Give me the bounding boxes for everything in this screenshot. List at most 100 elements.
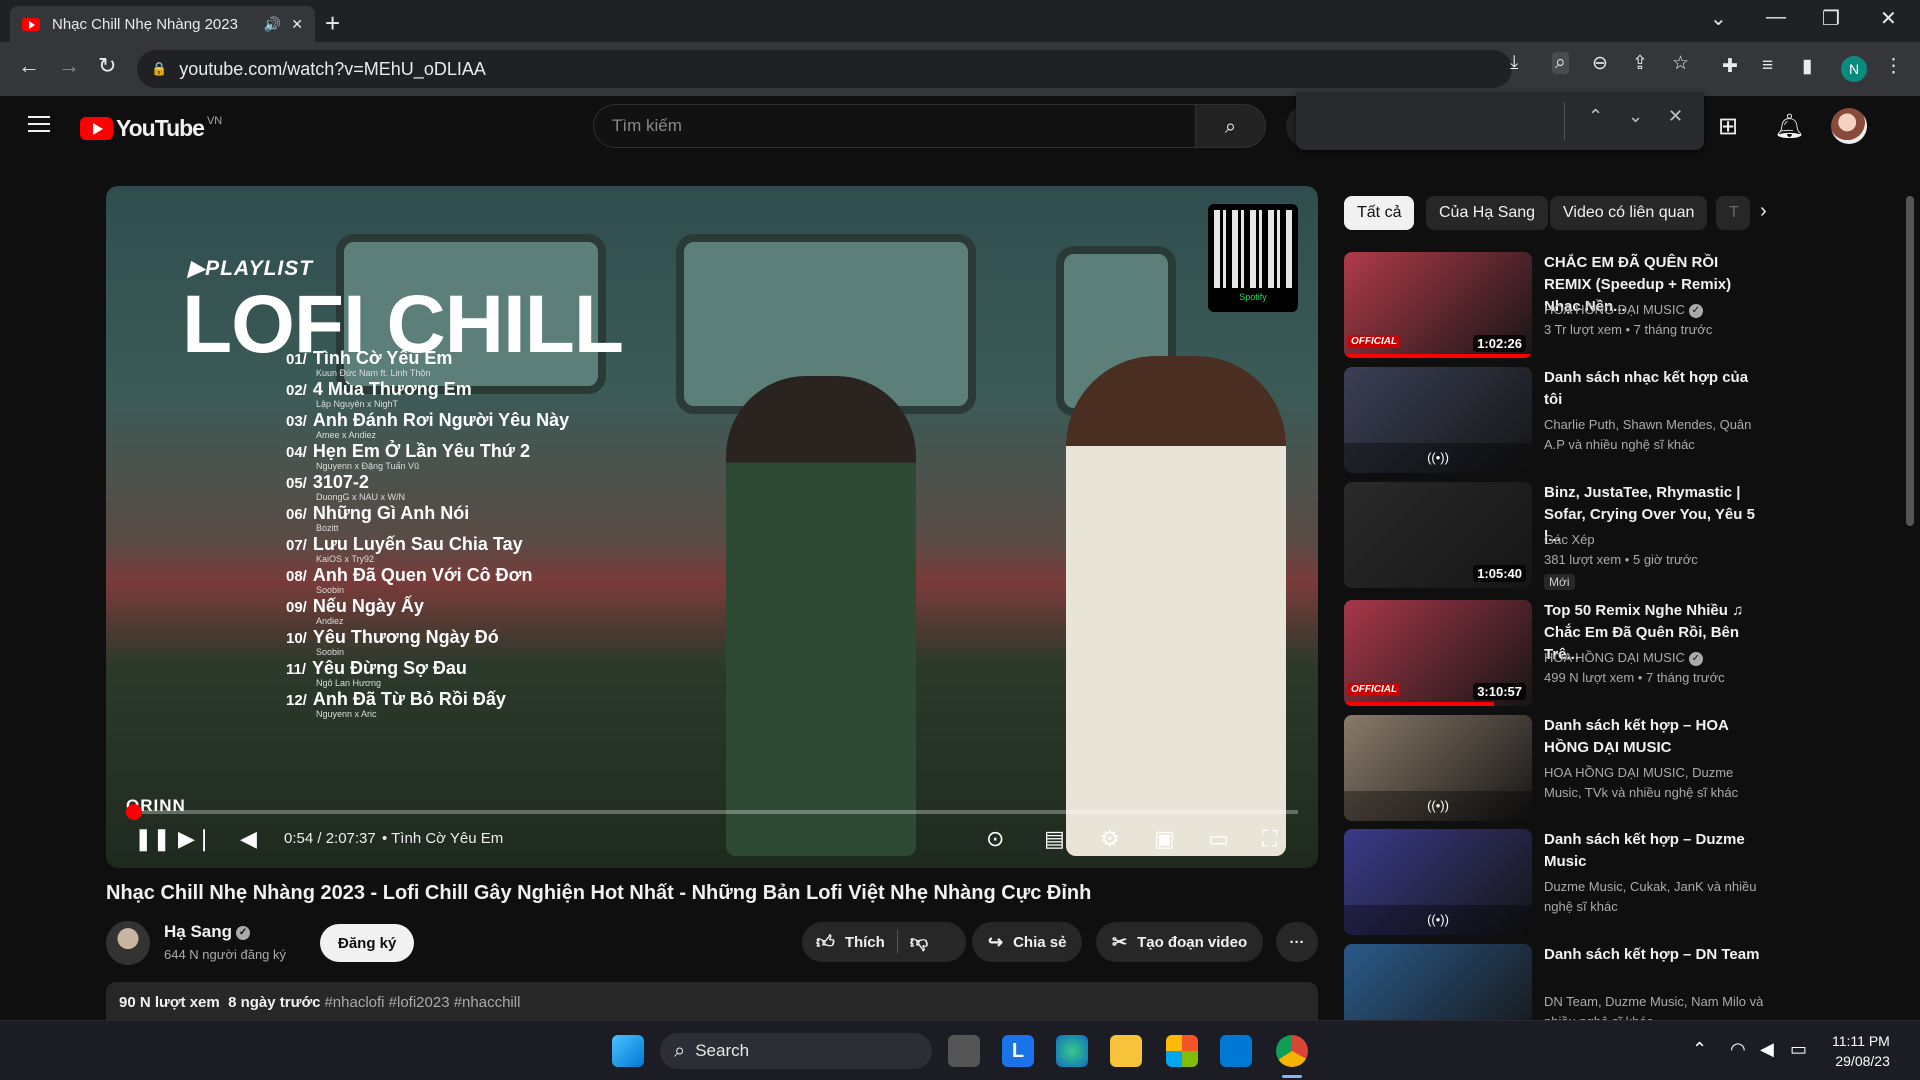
filter-chip[interactable]: Của Hạ Sang bbox=[1426, 196, 1549, 230]
forward-icon[interactable]: → bbox=[58, 53, 80, 79]
subscribe-button[interactable]: Đăng ký bbox=[320, 924, 415, 962]
recommendation-item[interactable]: ((•)) Danh sách kết hợp – Duzme Music Duzm… bbox=[1344, 829, 1756, 935]
install-app-icon[interactable]: ⤓ bbox=[1510, 52, 1518, 74]
next-icon[interactable]: ▶❘ bbox=[178, 826, 213, 852]
recommendation-channel[interactable]: Charlie Puth, Shawn Mendes, Quân A.P và … bbox=[1544, 415, 1769, 455]
file-explorer-icon[interactable] bbox=[1110, 1035, 1142, 1067]
account-avatar[interactable] bbox=[1831, 108, 1867, 144]
scrubber-handle[interactable] bbox=[126, 804, 143, 820]
recommendation-item[interactable]: OFFICIAL 3:10:57 Top 50 Remix Nghe Nhiều ♫… bbox=[1344, 600, 1754, 706]
video-thumbnail[interactable]: ((•)) bbox=[1344, 367, 1532, 473]
taskbar-search[interactable]: ⌕ Search bbox=[660, 1033, 932, 1069]
browser-tab[interactable]: Nhạc Chill Nhẹ Nhàng 2023 🔊 ✕ bbox=[10, 6, 315, 42]
lock-icon[interactable]: 🔒 bbox=[151, 61, 167, 77]
find-next-icon[interactable]: ⌄ bbox=[1628, 106, 1643, 127]
hamburger-menu-icon[interactable] bbox=[28, 116, 50, 137]
channel-text[interactable]: HOA HỒNG DẠI MUSIC, Duzme Music, TVk và … bbox=[1544, 765, 1738, 800]
channel-text[interactable]: Charlie Puth, Shawn Mendes, Quân A.P và … bbox=[1544, 417, 1751, 452]
wifi-icon[interactable]: ◠ bbox=[1730, 1039, 1746, 1060]
back-icon[interactable]: ← bbox=[18, 53, 40, 79]
close-window-icon[interactable]: ✕ bbox=[1880, 6, 1897, 31]
recommendation-title[interactable]: Danh sách kết hợp – Duzme Music bbox=[1544, 829, 1769, 873]
channel-text[interactable]: HOA HỒNG DẠI MUSIC bbox=[1544, 650, 1685, 665]
chapter-title[interactable]: • Tình Cờ Yêu Em bbox=[382, 830, 503, 847]
channel-text[interactable]: Gác Xép bbox=[1544, 532, 1595, 547]
extensions-icon[interactable]: ✚ bbox=[1722, 55, 1738, 78]
video-thumbnail[interactable]: 1:05:40 bbox=[1344, 482, 1532, 588]
find-icon[interactable]: ⌕ bbox=[1552, 52, 1569, 74]
side-panel-icon[interactable]: ▮ bbox=[1802, 55, 1812, 78]
vscode-icon[interactable] bbox=[1220, 1035, 1252, 1067]
miniplayer-icon[interactable]: ▣ bbox=[1154, 826, 1175, 852]
share-button[interactable]: ↪ Chia sẻ bbox=[972, 922, 1083, 962]
l-app-icon[interactable]: L bbox=[1002, 1035, 1034, 1067]
channel-text[interactable]: HOA HỒNG DẠI MUSIC bbox=[1544, 302, 1685, 317]
recommendation-channel[interactable]: HOA HỒNG DẠI MUSIC ✓ bbox=[1544, 300, 1769, 320]
battery-icon[interactable]: ▭ bbox=[1790, 1039, 1807, 1060]
recommendation-title[interactable]: Danh sách nhạc kết hợp của tôi bbox=[1544, 367, 1769, 411]
task-view-icon[interactable] bbox=[948, 1035, 980, 1067]
channel-text[interactable]: Duzme Music, Cukak, JanK và nhiều nghệ s… bbox=[1544, 879, 1756, 914]
recommendation-item[interactable]: 1:05:40 Binz, JustaTee, Rhymastic | Sofar… bbox=[1344, 482, 1755, 590]
recommendation-channel[interactable]: Duzme Music, Cukak, JanK và nhiều nghệ s… bbox=[1544, 877, 1769, 917]
video-player[interactable]: ▶PLAYLIST LOFI CHILL 01/Tình Cờ Yêu Em Ku… bbox=[106, 186, 1318, 868]
filter-chip[interactable]: T bbox=[1716, 196, 1750, 230]
profile-avatar[interactable]: N bbox=[1841, 56, 1867, 82]
volume-tray-icon[interactable]: ◀︎ bbox=[1760, 1039, 1774, 1060]
new-tab-icon[interactable]: + bbox=[325, 8, 340, 39]
pause-icon[interactable]: ❚❚ bbox=[134, 826, 171, 852]
autoplay-toggle-icon[interactable]: ⊙ bbox=[986, 826, 1004, 852]
theater-mode-icon[interactable]: ▭ bbox=[1208, 826, 1229, 852]
recommendation-channel[interactable]: HOA HỒNG DẠI MUSIC ✓ bbox=[1544, 648, 1769, 668]
reload-icon[interactable]: ↻ bbox=[98, 53, 116, 79]
hashtags[interactable]: #nhaclofi #lofi2023 #nhacchill bbox=[324, 994, 520, 1011]
tab-search-chevron-icon[interactable]: ⌄ bbox=[1710, 6, 1727, 31]
channel-name-text[interactable]: Hạ Sang bbox=[164, 922, 232, 941]
create-video-icon[interactable]: ⊞ bbox=[1718, 112, 1738, 141]
page-scrollbar[interactable] bbox=[1906, 196, 1914, 526]
channel-avatar[interactable] bbox=[106, 921, 150, 965]
subtitles-icon[interactable]: ▤ bbox=[1044, 826, 1065, 852]
share-icon[interactable]: ⇪ bbox=[1632, 52, 1648, 75]
zoom-icon[interactable]: ⊖ bbox=[1592, 52, 1608, 75]
start-windows-icon[interactable] bbox=[612, 1035, 644, 1067]
thumbs-up-icon[interactable]: 👍︎ bbox=[816, 931, 835, 953]
recommendation-item[interactable]: ((•)) Danh sách kết hợp – HOA HỒNG DẠI MU… bbox=[1344, 715, 1754, 821]
speaker-icon[interactable]: 🔊 bbox=[264, 16, 281, 33]
tray-chevron-icon[interactable]: ⌃ bbox=[1692, 1039, 1707, 1060]
volume-icon[interactable]: ◀︎ bbox=[240, 826, 257, 852]
minimize-icon[interactable]: — bbox=[1766, 6, 1786, 29]
notifications-bell-icon[interactable]: 🔔︎ bbox=[1774, 112, 1804, 141]
address-bar[interactable]: 🔒 youtube.com/watch?v=MEhU_oDLIAA bbox=[137, 50, 1512, 88]
progress-bar[interactable] bbox=[126, 804, 1298, 820]
recommendation-title[interactable]: Danh sách kết hợp – DN Team bbox=[1544, 944, 1769, 966]
recommendation-item[interactable]: OFFICIAL 1:02:26 CHẮC EM ĐÃ QUÊN RỒI REMIX… bbox=[1344, 252, 1754, 358]
microsoft-store-icon[interactable] bbox=[1166, 1035, 1198, 1067]
chrome-icon[interactable] bbox=[1276, 1035, 1308, 1067]
video-thumbnail[interactable]: ((•)) bbox=[1344, 829, 1532, 935]
chips-next-icon[interactable]: › bbox=[1760, 200, 1767, 223]
maximize-icon[interactable]: ❐ bbox=[1822, 6, 1840, 31]
close-tab-icon[interactable]: ✕ bbox=[291, 16, 303, 33]
recommendation-item[interactable]: ((•)) Danh sách nhạc kết hợp của tôi Charl… bbox=[1344, 367, 1754, 473]
video-thumbnail[interactable]: ((•)) bbox=[1344, 715, 1532, 821]
search-button[interactable]: ⌕ bbox=[1196, 104, 1266, 148]
channel-name[interactable]: Hạ Sang ✓ bbox=[164, 922, 251, 942]
find-close-icon[interactable]: ✕ bbox=[1668, 106, 1683, 127]
filter-chip[interactable]: Video có liên quan bbox=[1550, 196, 1708, 230]
video-thumbnail[interactable]: OFFICIAL 3:10:57 bbox=[1344, 600, 1532, 706]
media-controls-icon[interactable]: ≡ bbox=[1762, 55, 1773, 77]
like-button[interactable]: Thích bbox=[845, 934, 885, 951]
filter-chip[interactable]: Tất cả bbox=[1344, 196, 1415, 230]
fullscreen-icon[interactable]: ⛶ bbox=[1262, 826, 1277, 852]
clip-button[interactable]: ✂ Tạo đoạn video bbox=[1096, 922, 1264, 962]
search-input[interactable]: Tìm kiếm bbox=[593, 104, 1196, 148]
chrome-menu-icon[interactable]: ⋮ bbox=[1884, 55, 1903, 78]
find-prev-icon[interactable]: ⌃ bbox=[1588, 106, 1603, 127]
edge-browser-icon[interactable] bbox=[1056, 1035, 1088, 1067]
recommendation-channel[interactable]: Gác Xép bbox=[1544, 530, 1769, 550]
system-clock[interactable]: 11:11 PM 29/08/23 bbox=[1832, 1031, 1890, 1071]
youtube-logo[interactable]: YouTube VN bbox=[80, 115, 222, 142]
recommendation-title[interactable]: Danh sách kết hợp – HOA HỒNG DẠI MUSIC bbox=[1544, 715, 1769, 759]
more-actions-button[interactable]: ··· bbox=[1276, 922, 1318, 962]
